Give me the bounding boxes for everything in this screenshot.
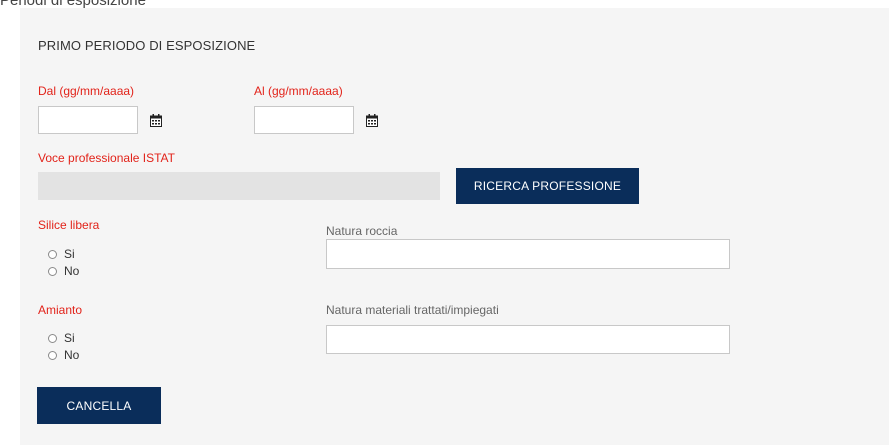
al-label: Al (gg/mm/aaaa) <box>254 84 343 98</box>
dal-date-input[interactable] <box>38 106 138 134</box>
istat-profession-field <box>38 172 440 200</box>
dal-label: Dal (gg/mm/aaaa) <box>38 84 135 98</box>
amianto-si-radio[interactable]: Si <box>48 331 75 345</box>
silice-no-radio[interactable]: No <box>48 264 79 278</box>
amianto-label: Amianto <box>38 303 83 317</box>
radio-button[interactable] <box>48 249 57 259</box>
amianto-no-radio[interactable]: No <box>48 348 79 362</box>
radio-label: No <box>64 264 80 278</box>
natura-materiali-input[interactable] <box>326 325 730 354</box>
al-date-input[interactable] <box>254 106 354 134</box>
radio-button[interactable] <box>48 350 57 360</box>
calendar-icon[interactable] <box>366 114 378 127</box>
radio-label: Si <box>64 331 75 345</box>
silice-si-radio[interactable]: Si <box>48 247 75 261</box>
radio-button[interactable] <box>48 333 57 343</box>
radio-label: Si <box>64 247 75 261</box>
exposure-period-panel: PRIMO PERIODO DI ESPOSIZIONE Dal (gg/mm/… <box>20 8 889 445</box>
natura-roccia-input[interactable] <box>326 239 730 269</box>
ricerca-professione-button[interactable]: RICERCA PROFESSIONE <box>456 168 639 204</box>
radio-label: No <box>64 348 80 362</box>
silice-libera-label: Silice libera <box>38 218 100 232</box>
radio-button[interactable] <box>48 266 57 276</box>
natura-materiali-label: Natura materiali trattati/impiegati <box>326 303 499 317</box>
cancella-button[interactable]: CANCELLA <box>37 387 161 424</box>
istat-label: Voce professionale ISTAT <box>38 151 175 165</box>
period-heading: PRIMO PERIODO DI ESPOSIZIONE <box>38 38 256 53</box>
natura-roccia-label: Natura roccia <box>326 224 398 238</box>
calendar-icon[interactable] <box>150 114 162 127</box>
